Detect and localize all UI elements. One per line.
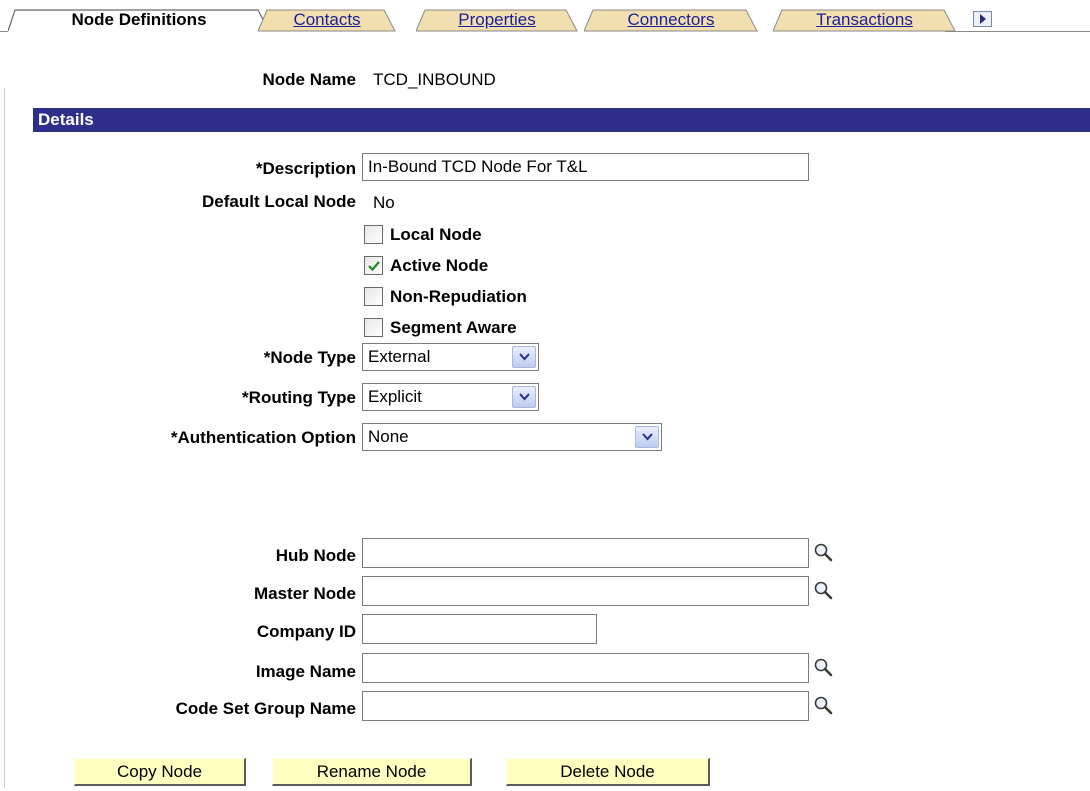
dropdown-button[interactable] bbox=[635, 426, 659, 448]
active-node-checkbox[interactable] bbox=[364, 256, 383, 275]
non-repudiation-label: Non-Repudiation bbox=[390, 287, 527, 306]
authentication-option-value: None bbox=[368, 427, 409, 446]
magnifier-lookup-icon[interactable] bbox=[813, 542, 833, 562]
image-name-input[interactable] bbox=[362, 653, 809, 683]
arrow-right-icon bbox=[980, 14, 986, 24]
node-name-value: TCD_INBOUND bbox=[373, 70, 496, 89]
master-node-label: Master Node bbox=[253, 584, 356, 603]
description-input[interactable] bbox=[362, 153, 809, 181]
node-type-value: External bbox=[368, 347, 431, 366]
description-label: *Description bbox=[255, 159, 356, 178]
chevron-down-icon bbox=[519, 393, 530, 401]
master-node-input[interactable] bbox=[362, 576, 809, 606]
chevron-down-icon bbox=[642, 433, 653, 441]
image-name-label: Image Name bbox=[255, 662, 356, 681]
delete-node-button[interactable]: Delete Node bbox=[506, 758, 710, 786]
tab-label: Contacts bbox=[293, 10, 361, 29]
frame-left-border bbox=[4, 88, 5, 788]
magnifier-lookup-icon[interactable] bbox=[813, 580, 833, 600]
routing-type-select[interactable]: Explicit bbox=[362, 383, 539, 411]
tab-properties[interactable]: Properties bbox=[416, 9, 578, 32]
non-repudiation-checkbox[interactable] bbox=[364, 287, 383, 306]
node-type-select[interactable]: External bbox=[362, 343, 539, 371]
tab-label: Connectors bbox=[627, 10, 715, 29]
local-node-checkbox[interactable] bbox=[364, 225, 383, 244]
copy-node-button[interactable]: Copy Node bbox=[74, 758, 246, 786]
code-set-group-name-label: Code Set Group Name bbox=[175, 699, 356, 718]
authentication-option-select[interactable]: None bbox=[362, 423, 662, 451]
tab-contacts[interactable]: Contacts bbox=[258, 9, 396, 32]
tab-label: Properties bbox=[458, 10, 536, 29]
default-local-node-label: Default Local Node bbox=[202, 192, 356, 211]
magnifier-lookup-icon[interactable] bbox=[813, 695, 833, 715]
tab-node-definitions[interactable]: Node Definitions bbox=[8, 9, 270, 32]
segment-aware-label: Segment Aware bbox=[390, 318, 517, 337]
section-title: Details bbox=[38, 110, 94, 129]
default-local-node-value: No bbox=[373, 193, 395, 212]
tab-connectors[interactable]: Connectors bbox=[584, 9, 758, 32]
routing-type-value: Explicit bbox=[368, 387, 422, 406]
tab-label: Transactions bbox=[816, 10, 913, 29]
magnifier-lookup-icon[interactable] bbox=[813, 657, 833, 677]
tab-baseline bbox=[0, 31, 8, 32]
tab-transactions[interactable]: Transactions bbox=[773, 9, 956, 32]
segment-aware-checkbox[interactable] bbox=[364, 318, 383, 337]
rename-node-button[interactable]: Rename Node bbox=[272, 758, 472, 786]
code-set-group-name-input[interactable] bbox=[362, 691, 809, 721]
details-section-header: Details bbox=[33, 108, 1090, 132]
authentication-option-label: *Authentication Option bbox=[170, 428, 356, 447]
node-type-label: *Node Type bbox=[263, 348, 356, 367]
company-id-input[interactable] bbox=[362, 614, 597, 644]
tab-scroll-right-button[interactable] bbox=[973, 11, 992, 27]
chevron-down-icon bbox=[519, 353, 530, 361]
dropdown-button[interactable] bbox=[512, 386, 536, 408]
hub-node-input[interactable] bbox=[362, 538, 809, 568]
node-name-label: Node Name bbox=[262, 70, 356, 89]
hub-node-label: Hub Node bbox=[275, 546, 356, 565]
local-node-label: Local Node bbox=[390, 225, 482, 244]
routing-type-label: *Routing Type bbox=[242, 388, 356, 407]
checkmark-icon bbox=[368, 261, 380, 272]
active-node-label: Active Node bbox=[390, 256, 489, 275]
dropdown-button[interactable] bbox=[512, 346, 536, 368]
tab-label: Node Definitions bbox=[71, 10, 207, 29]
tab-baseline bbox=[945, 31, 1090, 32]
company-id-label: Company ID bbox=[256, 622, 356, 641]
